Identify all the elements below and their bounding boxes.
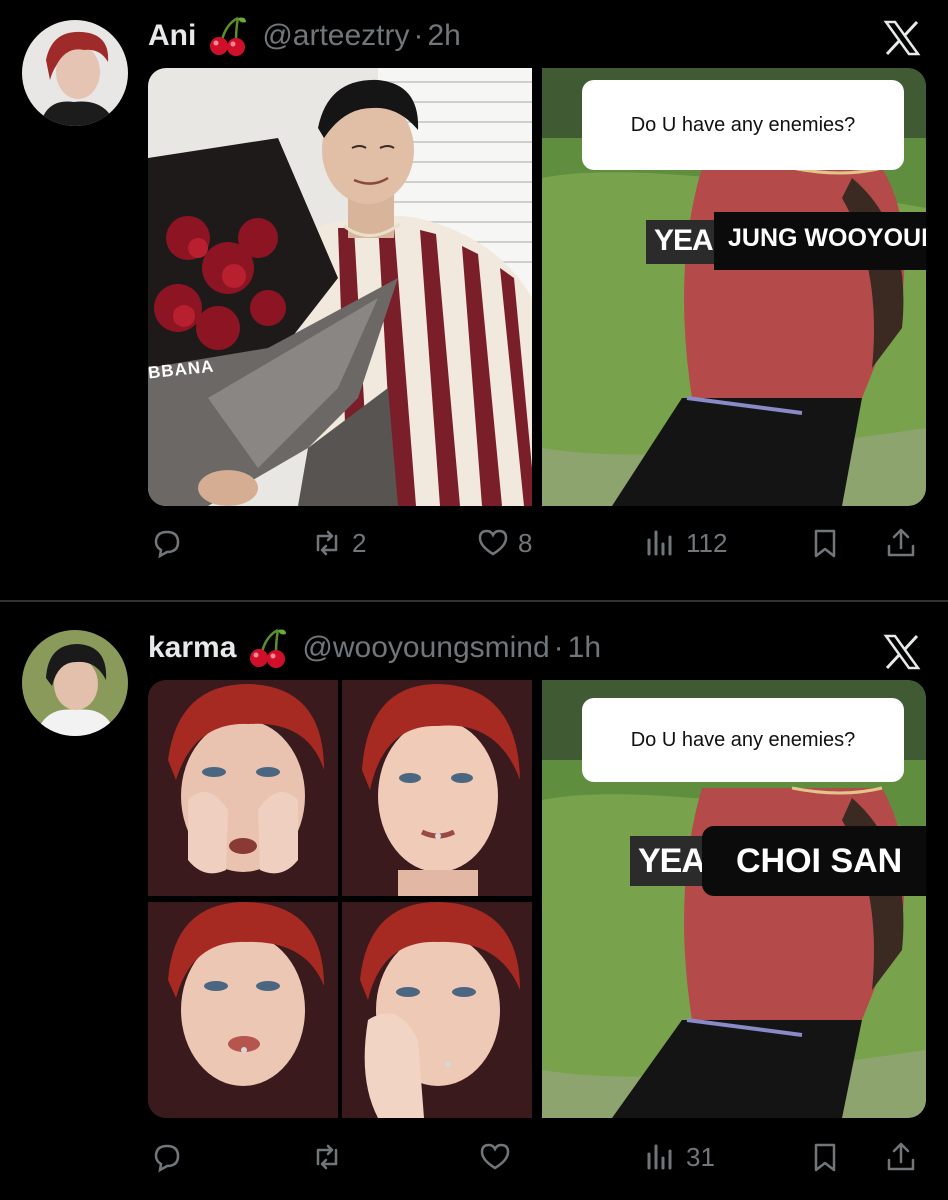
avatar[interactable]	[22, 20, 128, 126]
like-count: 8	[518, 527, 533, 558]
bookmark-icon	[814, 1143, 836, 1172]
tweet[interactable]: Ani @arteeztry · 2h BBANA Do U have any …	[0, 0, 948, 600]
photo-meme-enemies[interactable]: Do U have any enemies? YEA CHOI SAN	[542, 680, 926, 1118]
share-button[interactable]	[884, 526, 918, 560]
heart-icon	[478, 529, 508, 556]
share-button[interactable]	[884, 1140, 918, 1174]
views-button[interactable]: 112	[644, 526, 727, 560]
photo-man-with-bouquet[interactable]: BBANA	[148, 68, 532, 506]
views-icon	[647, 1144, 672, 1170]
user-handle[interactable]: @wooyoungsmind	[302, 631, 549, 665]
reply-button[interactable]	[150, 526, 184, 560]
views-count: 31	[686, 1141, 715, 1172]
display-name[interactable]: karma	[148, 631, 236, 665]
share-icon	[887, 1142, 915, 1171]
views-icon	[647, 530, 672, 556]
timestamp[interactable]: 1h	[568, 631, 601, 665]
question-sticker: Do U have any enemies?	[582, 80, 904, 170]
tweet[interactable]: karma @wooyoungsmind · 1h Do U have any …	[0, 602, 948, 1200]
answer-prefix: YEA	[630, 836, 713, 886]
answer-name: CHOI SAN	[702, 826, 926, 896]
question-sticker: Do U have any enemies?	[582, 698, 904, 782]
display-name[interactable]: Ani	[148, 19, 196, 53]
retweet-count: 2	[352, 527, 367, 558]
question-text: Do U have any enemies?	[630, 728, 856, 751]
like-button[interactable]: 8	[476, 526, 532, 560]
retweet-button[interactable]	[310, 1140, 344, 1174]
tweet-header: Ani @arteeztry · 2h	[148, 14, 461, 58]
user-handle[interactable]: @arteeztry	[262, 19, 409, 53]
separator-dot: ·	[553, 631, 564, 664]
views-button[interactable]: 31	[644, 1140, 715, 1174]
x-logo-icon	[882, 18, 922, 58]
photo-collage-four-portraits[interactable]	[148, 680, 532, 1118]
reply-icon	[154, 1144, 180, 1173]
action-bar: 31	[148, 1140, 926, 1184]
x-logo-icon	[882, 632, 922, 672]
bookmark-icon	[814, 529, 836, 558]
answer-name: JUNG WOOYOUN	[714, 212, 926, 270]
media-grid[interactable]: BBANA Do U have any enemies? YEA JUNG WO…	[148, 68, 926, 506]
separator-dot: ·	[413, 19, 424, 52]
answer-prefix: YEA	[646, 220, 721, 264]
reply-icon	[154, 530, 180, 559]
retweet-button[interactable]: 2	[310, 526, 366, 560]
bookmark-button[interactable]	[808, 526, 842, 560]
cherries-emoji-icon	[208, 14, 248, 58]
action-bar: 2 8 112	[148, 526, 926, 570]
photo-meme-enemies[interactable]: Do U have any enemies? YEA JUNG WOOYOUN	[542, 68, 926, 506]
bookmark-button[interactable]	[808, 1140, 842, 1174]
tweet-header: karma @wooyoungsmind · 1h	[148, 626, 601, 670]
avatar[interactable]	[22, 630, 128, 736]
heart-icon	[480, 1143, 510, 1170]
retweet-icon	[316, 1144, 338, 1170]
like-button[interactable]	[478, 1140, 512, 1174]
cherries-emoji-icon	[248, 626, 288, 670]
reply-button[interactable]	[150, 1140, 184, 1174]
views-count: 112	[686, 527, 728, 558]
media-grid[interactable]: Do U have any enemies? YEA CHOI SAN	[148, 680, 926, 1118]
share-icon	[887, 528, 915, 557]
question-text: Do U have any enemies?	[630, 113, 856, 136]
retweet-icon	[316, 530, 338, 556]
timestamp[interactable]: 2h	[428, 19, 461, 53]
